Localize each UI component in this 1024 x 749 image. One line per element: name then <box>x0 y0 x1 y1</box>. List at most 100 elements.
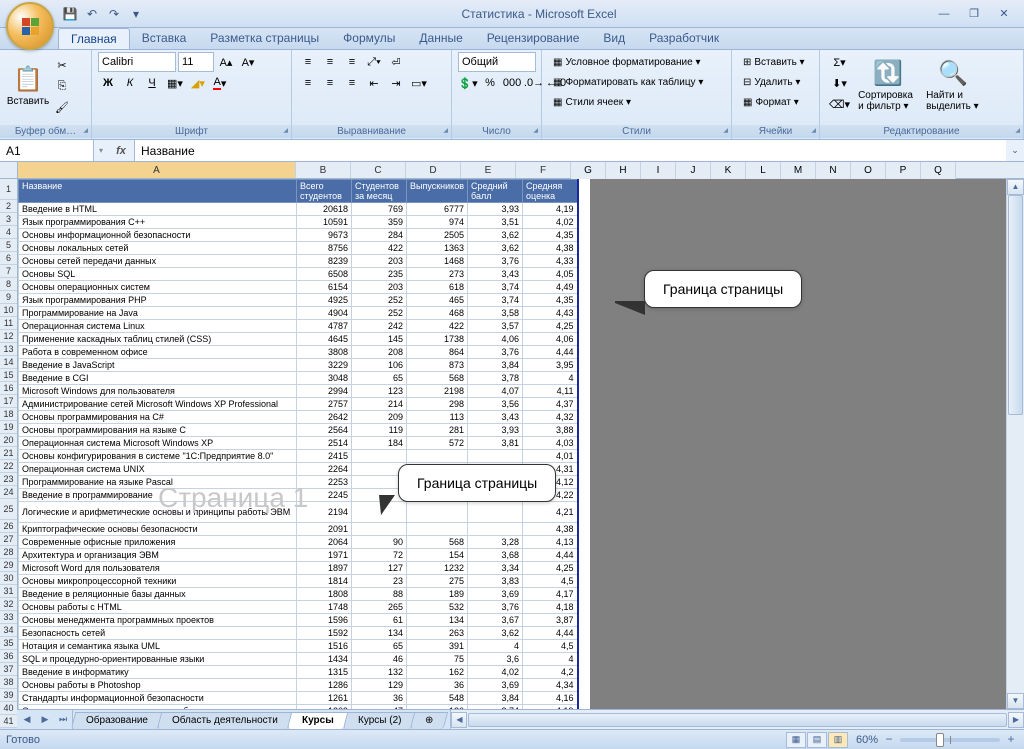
italic-button[interactable]: К <box>120 73 140 93</box>
table-row[interactable]: Введение в реляционные базы данных180888… <box>19 588 578 601</box>
row-header-17[interactable]: 17 <box>0 395 17 408</box>
row-header-5[interactable]: 5 <box>0 239 17 252</box>
align-center-button[interactable]: ≡ <box>320 73 340 93</box>
fill-color-button[interactable]: ◢▾ <box>188 73 208 93</box>
row-header-1[interactable]: 1 <box>0 179 17 200</box>
row-header-30[interactable]: 30 <box>0 572 17 585</box>
row-header-13[interactable]: 13 <box>0 343 17 356</box>
ribbon-tab-7[interactable]: Разработчик <box>637 28 731 49</box>
border-button[interactable]: ▦▾ <box>164 73 186 93</box>
row-header-12[interactable]: 12 <box>0 330 17 343</box>
table-row[interactable]: Основы тестирования программного обеспеч… <box>19 705 578 710</box>
delete-cells-button[interactable]: ⊟Удалить ▾ <box>738 72 813 92</box>
clear-button[interactable]: ⌫▾ <box>826 94 853 114</box>
copy-button[interactable]: ⎘ <box>52 76 72 96</box>
sort-filter-button[interactable]: 🔃Сортировка и фильтр ▾ <box>855 52 921 118</box>
font-size-combo[interactable] <box>178 52 214 72</box>
col-header-K[interactable]: K <box>711 162 746 179</box>
ribbon-tab-6[interactable]: Вид <box>591 28 637 49</box>
table-row[interactable]: Основы сетей передачи данных823920314683… <box>19 255 578 268</box>
increase-decimal-button[interactable]: .0→ <box>524 73 544 93</box>
table-row[interactable]: Криптографические основы безопасности209… <box>19 523 578 536</box>
insert-cells-button[interactable]: ⊞Вставить ▾ <box>738 52 813 72</box>
row-header-14[interactable]: 14 <box>0 356 17 369</box>
row-header-38[interactable]: 38 <box>0 676 17 689</box>
table-row[interactable]: Нотация и семантика языка UML15166539144… <box>19 640 578 653</box>
ribbon-tab-2[interactable]: Разметка страницы <box>198 28 331 49</box>
table-row[interactable]: Работа в современном офисе38082088643,76… <box>19 346 578 359</box>
row-header-21[interactable]: 21 <box>0 447 17 460</box>
row-header-23[interactable]: 23 <box>0 473 17 486</box>
increase-font-button[interactable]: A▴ <box>216 52 236 72</box>
new-sheet-button[interactable]: ⊕ <box>410 712 449 729</box>
col-header-L[interactable]: L <box>746 162 781 179</box>
underline-button[interactable]: Ч <box>142 73 162 93</box>
view-normal-button[interactable]: ▦ <box>786 732 806 748</box>
row-header-4[interactable]: 4 <box>0 226 17 239</box>
decrease-indent-button[interactable]: ⇤ <box>364 73 384 93</box>
font-name-combo[interactable] <box>98 52 176 72</box>
row-header-26[interactable]: 26 <box>0 520 17 533</box>
comma-button[interactable]: 000 <box>502 73 522 93</box>
table-row[interactable]: Администрирование сетей Microsoft Window… <box>19 398 578 411</box>
sheet-tab-2[interactable]: Курсы <box>287 712 349 729</box>
scroll-left-button[interactable]: ◀ <box>451 712 467 728</box>
row-header-39[interactable]: 39 <box>0 689 17 702</box>
table-row[interactable]: Основы работы в Photoshop1286129363,694,… <box>19 679 578 692</box>
table-row[interactable]: Основы работы с HTML17482655323,764,18 <box>19 601 578 614</box>
table-row[interactable]: Операционная система Microsoft Windows X… <box>19 437 578 450</box>
scroll-up-button[interactable]: ▲ <box>1007 179 1024 195</box>
undo-button[interactable]: ↶ <box>82 4 102 24</box>
table-row[interactable]: Основы менеджмента программных проектов1… <box>19 614 578 627</box>
sheet-tab-3[interactable]: Курсы (2) <box>342 712 416 729</box>
table-row[interactable]: Архитектура и организация ЭВМ1971721543,… <box>19 549 578 562</box>
increase-indent-button[interactable]: ⇥ <box>386 73 406 93</box>
table-row[interactable]: Логические и арифметические основы и при… <box>19 502 578 523</box>
table-row[interactable]: Операционная система Linux47872424223,57… <box>19 320 578 333</box>
zoom-out-button[interactable]: − <box>882 733 896 747</box>
table-row[interactable]: Язык программирования C++105913599743,51… <box>19 216 578 229</box>
zoom-in-button[interactable]: + <box>1004 733 1018 747</box>
row-header-28[interactable]: 28 <box>0 546 17 559</box>
merge-button[interactable]: ▭▾ <box>408 73 430 93</box>
cell-styles-button[interactable]: ▦Стили ячеек ▾ <box>548 92 725 112</box>
table-row[interactable]: Введение в JavaScript32291068733,843,95 <box>19 359 578 372</box>
row-header-27[interactable]: 27 <box>0 533 17 546</box>
table-row[interactable]: Стандарты информационной безопасности126… <box>19 692 578 705</box>
autosum-button[interactable]: Σ▾ <box>826 52 853 72</box>
tab-prev-button[interactable]: ◀ <box>18 710 36 729</box>
sheet-tab-1[interactable]: Область деятельности <box>157 712 293 729</box>
scroll-thumb[interactable] <box>1008 195 1023 415</box>
col-header-H[interactable]: H <box>606 162 641 179</box>
row-header-8[interactable]: 8 <box>0 278 17 291</box>
row-header-16[interactable]: 16 <box>0 382 17 395</box>
hscroll-thumb[interactable] <box>468 713 1007 727</box>
align-middle-button[interactable]: ≡ <box>320 52 340 72</box>
row-header-24[interactable]: 24 <box>0 486 17 499</box>
col-header-M[interactable]: M <box>781 162 816 179</box>
row-header-3[interactable]: 3 <box>0 213 17 226</box>
tab-next-button[interactable]: ▶ <box>36 710 54 729</box>
col-header-J[interactable]: J <box>676 162 711 179</box>
zoom-slider[interactable] <box>900 738 1000 742</box>
number-format-combo[interactable] <box>458 52 536 72</box>
col-header-Q[interactable]: Q <box>921 162 956 179</box>
col-header-C[interactable]: C <box>351 162 406 178</box>
select-all-button[interactable] <box>0 162 17 179</box>
minimize-button[interactable]: — <box>932 5 956 23</box>
data-table[interactable]: НазваниеВсего студентовСтудентов за меся… <box>18 179 579 709</box>
close-button[interactable]: ✕ <box>992 5 1016 23</box>
row-header-33[interactable]: 33 <box>0 611 17 624</box>
row-header-35[interactable]: 35 <box>0 637 17 650</box>
orientation-button[interactable]: ⤢▾ <box>364 52 384 72</box>
row-header-37[interactable]: 37 <box>0 663 17 676</box>
row-header-40[interactable]: 40 <box>0 702 17 715</box>
view-page-break-button[interactable]: ▥ <box>828 732 848 748</box>
row-header-15[interactable]: 15 <box>0 369 17 382</box>
table-row[interactable]: Основы SQL65082352733,434,05 <box>19 268 578 281</box>
wrap-text-button[interactable]: ⏎ <box>386 52 406 72</box>
name-box[interactable]: A1 <box>0 140 94 161</box>
table-row[interactable]: Введение в CGI3048655683,784 <box>19 372 578 385</box>
row-header-32[interactable]: 32 <box>0 598 17 611</box>
table-row[interactable]: Программирование на Java49042524683,584,… <box>19 307 578 320</box>
